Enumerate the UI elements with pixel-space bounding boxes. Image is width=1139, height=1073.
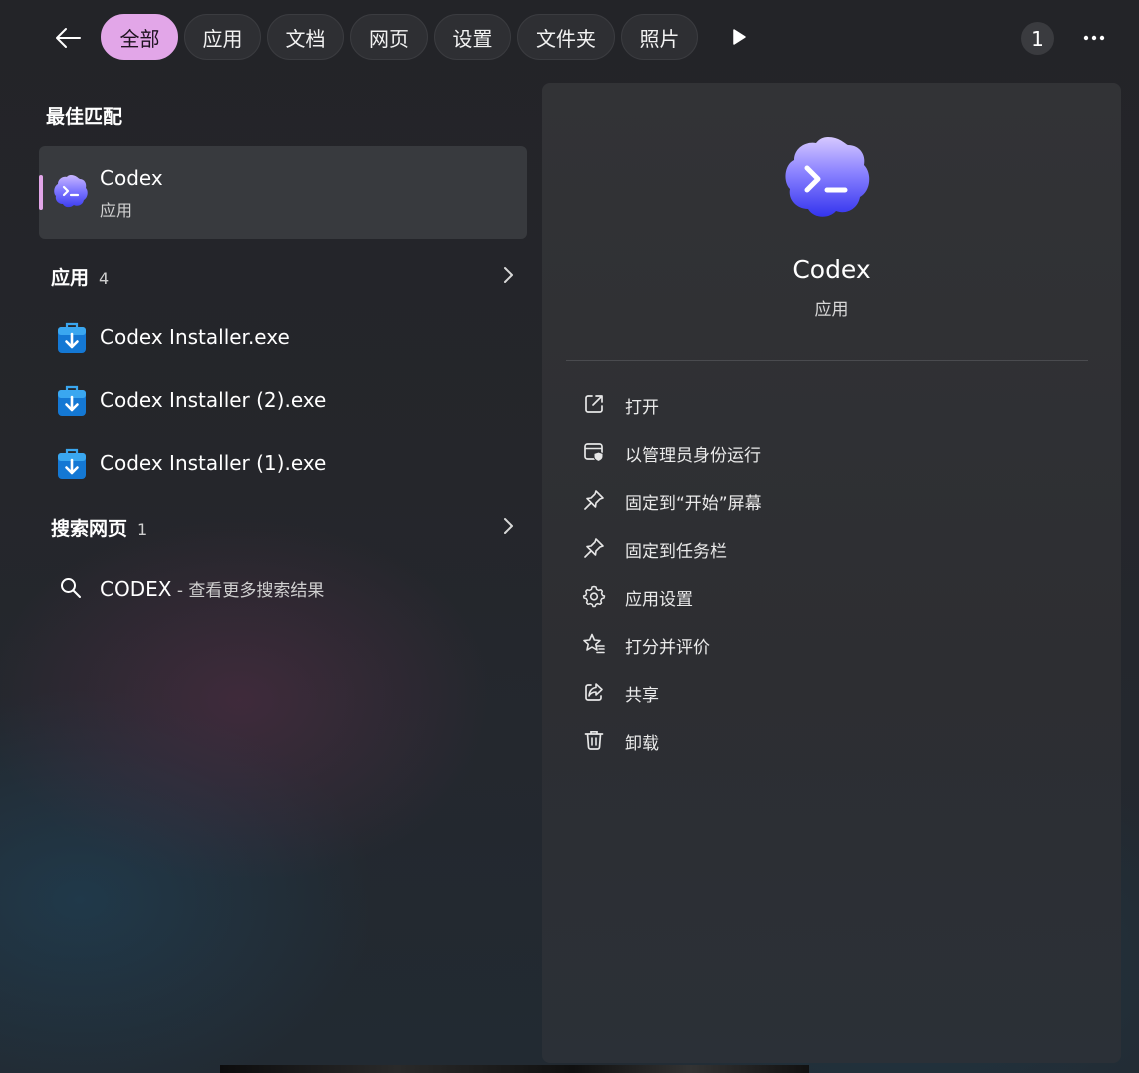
search-icon (61, 578, 81, 598)
best-match-result[interactable]: Codex 应用 (39, 146, 527, 239)
action-pin-to-taskbar[interactable]: 固定到任务栏 (566, 526, 1088, 570)
web-section-heading[interactable]: 搜索网页 1 (51, 514, 147, 541)
open-external-icon (585, 395, 603, 413)
filter-settings[interactable]: 设置 (434, 14, 511, 60)
play-icon (733, 29, 746, 45)
action-app-settings[interactable]: 应用设置 (566, 574, 1088, 618)
filter-all[interactable]: 全部 (101, 14, 178, 60)
codex-app-icon-large (785, 137, 870, 217)
back-arrow-icon (56, 28, 81, 48)
filter-folders[interactable]: 文件夹 (517, 14, 615, 60)
installer-icon (58, 448, 86, 479)
more-options-button[interactable] (1074, 20, 1114, 56)
app-result-codex-installer[interactable]: Codex Installer.exe (39, 309, 527, 365)
app-result-codex-installer-2[interactable]: Codex Installer (2).exe (39, 372, 527, 428)
apps-section-heading[interactable]: 应用 4 (51, 263, 109, 290)
app-result-label: Codex Installer.exe (100, 325, 290, 349)
apps-chevron-right-icon[interactable] (500, 265, 516, 285)
app-result-codex-installer-1[interactable]: Codex Installer (1).exe (39, 435, 527, 491)
action-label: 固定到“开始”屏幕 (625, 494, 762, 514)
apps-section-count: 4 (99, 269, 110, 288)
app-result-label: Codex Installer (1).exe (100, 451, 327, 475)
filter-photos[interactable]: 照片 (621, 14, 698, 60)
detail-panel: Codex 应用 打开 以管理员身份运行 固定到“开始”屏幕 固定到任务栏 应用… (542, 83, 1121, 1063)
taskbar-peek (220, 1065, 809, 1073)
rewards-badge[interactable]: 1 (1021, 22, 1054, 55)
filter-web[interactable]: 网页 (350, 14, 428, 60)
detail-app-name: Codex (792, 255, 871, 284)
run-as-admin-icon (584, 443, 604, 463)
action-share[interactable]: 共享 (566, 670, 1088, 714)
best-match-heading: 最佳匹配 (46, 106, 123, 128)
action-label: 固定到任务栏 (625, 542, 727, 562)
ellipsis-icon (1083, 35, 1105, 41)
search-filter-bar: 全部 应用 文档 网页 设置 文件夹 照片 1 (0, 0, 1139, 76)
action-label: 卸载 (625, 734, 659, 754)
best-match-type: 应用 (100, 201, 133, 220)
web-search-result[interactable]: CODEX - 查看更多搜索结果 (39, 560, 527, 616)
more-filters-button[interactable] (722, 20, 756, 54)
action-run-as-admin[interactable]: 以管理员身份运行 (566, 430, 1088, 474)
web-search-suffix: - 查看更多搜索结果 (171, 581, 325, 601)
installer-icon (58, 385, 86, 416)
codex-app-icon (54, 175, 88, 208)
best-match-name: Codex (100, 166, 163, 190)
action-open[interactable]: 打开 (566, 382, 1088, 426)
web-search-text: CODEX - 查看更多搜索结果 (100, 576, 324, 601)
pin-icon (584, 490, 604, 510)
web-section-count: 1 (137, 520, 148, 539)
action-label: 打开 (625, 398, 659, 418)
action-label: 应用设置 (625, 590, 693, 610)
action-label: 以管理员身份运行 (625, 446, 761, 466)
installer-icon (58, 322, 86, 353)
filter-documents[interactable]: 文档 (267, 14, 344, 60)
web-section-title: 搜索网页 (51, 518, 128, 540)
action-rate-and-review[interactable]: 打分并评价 (566, 622, 1088, 666)
selection-indicator (39, 175, 43, 210)
apps-section-title: 应用 (51, 267, 90, 289)
action-label: 共享 (625, 686, 659, 706)
action-pin-to-start[interactable]: 固定到“开始”屏幕 (566, 478, 1088, 522)
web-chevron-right-icon[interactable] (500, 516, 516, 536)
gear-icon (582, 585, 606, 608)
detail-divider (566, 360, 1088, 361)
back-button[interactable] (46, 18, 90, 58)
rate-star-icon (583, 633, 605, 654)
trash-icon (584, 730, 604, 750)
web-search-query: CODEX (100, 577, 172, 601)
action-uninstall[interactable]: 卸载 (566, 718, 1088, 762)
detail-app-type: 应用 (814, 300, 849, 320)
share-icon (585, 683, 603, 701)
filter-apps[interactable]: 应用 (184, 14, 261, 60)
action-label: 打分并评价 (625, 638, 710, 658)
pin-icon (584, 538, 604, 558)
app-result-label: Codex Installer (2).exe (100, 388, 327, 412)
